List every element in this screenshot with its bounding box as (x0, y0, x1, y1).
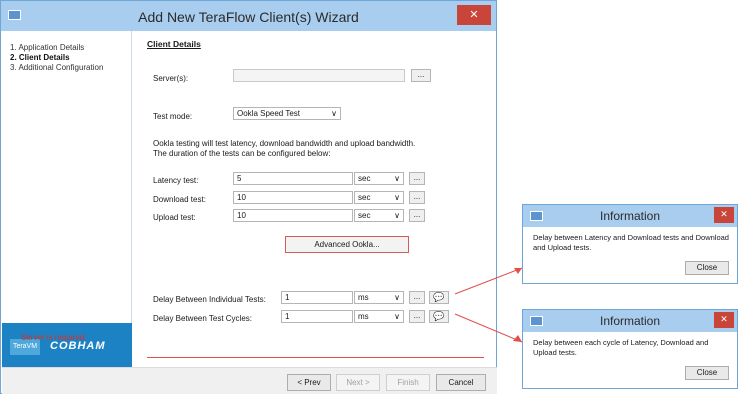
step-application-details[interactable]: 1. Application Details (10, 43, 84, 52)
latency-unit-value: sec (358, 174, 371, 183)
download-options-button[interactable]: ... (409, 191, 425, 204)
description-line-2: The duration of the tests can be configu… (153, 149, 331, 158)
delay-individual-input[interactable]: 1 (281, 291, 353, 304)
delay-individual-label: Delay Between Individual Tests: (153, 295, 266, 304)
test-mode-select[interactable]: Ookla Speed Test ∨ (233, 107, 341, 120)
step-additional-configuration[interactable]: 3. Additional Configuration (10, 63, 103, 72)
upload-options-button[interactable]: ... (409, 209, 425, 222)
finish-button[interactable]: Finish (386, 374, 430, 391)
wizard-titlebar: Add New TeraFlow Client(s) Wizard ✕ (1, 1, 496, 31)
cancel-button[interactable]: Cancel (436, 374, 486, 391)
delay-cycles-options-button[interactable]: ... (409, 310, 425, 323)
delay-cycles-label: Delay Between Test Cycles: (153, 314, 253, 323)
download-test-input[interactable]: 10 (233, 191, 353, 204)
client-details-panel: Client Details Server(s): ... Test mode:… (133, 31, 496, 367)
chevron-down-icon: ∨ (331, 109, 337, 118)
info-dialog-2-titlebar: Information ✕ (523, 310, 737, 332)
chevron-down-icon: ∨ (394, 174, 400, 183)
upload-test-label: Upload test: (153, 213, 196, 222)
test-mode-value: Ookla Speed Test (237, 109, 301, 118)
info-dialog-1-close-button[interactable]: Close (685, 261, 729, 275)
close-icon[interactable]: ✕ (714, 207, 734, 223)
latency-test-label: Latency test: (153, 176, 199, 185)
upload-test-input[interactable]: 10 (233, 209, 353, 222)
delay-cycles-help-icon[interactable]: 💬 (429, 310, 449, 323)
step-client-details[interactable]: 2. Client Details (10, 53, 70, 62)
download-test-label: Download test: (153, 195, 206, 204)
wizard-steps-sidebar: 1. Application Details 2. Client Details… (2, 31, 132, 367)
latency-unit-select[interactable]: sec ∨ (354, 172, 404, 185)
chevron-down-icon: ∨ (394, 312, 400, 321)
info-dialog-1-titlebar: Information ✕ (523, 205, 737, 227)
close-icon[interactable]: ✕ (457, 5, 491, 25)
test-mode-label: Test mode: (153, 112, 193, 121)
info-dialog-2-close-button[interactable]: Close (685, 366, 729, 380)
chevron-down-icon: ∨ (394, 193, 400, 202)
info-dialog-1: Information ✕ Delay between Latency and … (522, 204, 738, 284)
delay-cycles-input[interactable]: 1 (281, 310, 353, 323)
download-unit-select[interactable]: sec ∨ (354, 191, 404, 204)
server-label: Server(s): (153, 74, 189, 83)
upload-unit-value: sec (358, 211, 371, 220)
connector-arrow-1 (514, 268, 522, 274)
delay-individual-help-icon[interactable]: 💬 (429, 291, 449, 304)
info-dialog-2: Information ✕ Delay between each cycle o… (522, 309, 738, 389)
connector-arrow-2 (513, 335, 522, 342)
server-browse-button[interactable]: ... (411, 69, 431, 82)
delay-individual-unit-value: ms (358, 293, 369, 302)
chevron-down-icon: ∨ (394, 293, 400, 302)
latency-test-input[interactable]: 5 (233, 172, 353, 185)
delay-cycles-unit-select[interactable]: ms ∨ (354, 310, 404, 323)
error-message: Server is required. (21, 333, 87, 342)
delay-individual-options-button[interactable]: ... (409, 291, 425, 304)
info-dialog-1-title: Information (599, 209, 661, 223)
prev-button[interactable]: < Prev (287, 374, 331, 391)
latency-options-button[interactable]: ... (409, 172, 425, 185)
wizard-footer: < Prev Next > Finish Cancel (2, 367, 497, 394)
delay-individual-unit-select[interactable]: ms ∨ (354, 291, 404, 304)
section-title: Client Details (147, 39, 201, 49)
advanced-ookla-button[interactable]: Advanced Ookla... (285, 236, 409, 253)
wizard-window: Add New TeraFlow Client(s) Wizard ✕ 1. A… (0, 0, 497, 394)
download-unit-value: sec (358, 193, 371, 202)
next-button[interactable]: Next > (336, 374, 380, 391)
wizard-title: Add New TeraFlow Client(s) Wizard (138, 9, 359, 25)
upload-unit-select[interactable]: sec ∨ (354, 209, 404, 222)
close-icon[interactable]: ✕ (714, 312, 734, 328)
brand-logo-panel: TeraVM COBHAM (2, 323, 132, 367)
info-dialog-1-message: Delay between Latency and Download tests… (533, 233, 729, 252)
chevron-down-icon: ∨ (394, 211, 400, 220)
description-line-1: Ookla testing will test latency, downloa… (153, 139, 416, 148)
info-dialog-2-message: Delay between each cycle of Latency, Dow… (533, 338, 709, 357)
delay-cycles-unit-value: ms (358, 312, 369, 321)
server-input[interactable] (233, 69, 405, 82)
error-divider (147, 357, 484, 358)
info-dialog-2-title: Information (599, 314, 661, 328)
